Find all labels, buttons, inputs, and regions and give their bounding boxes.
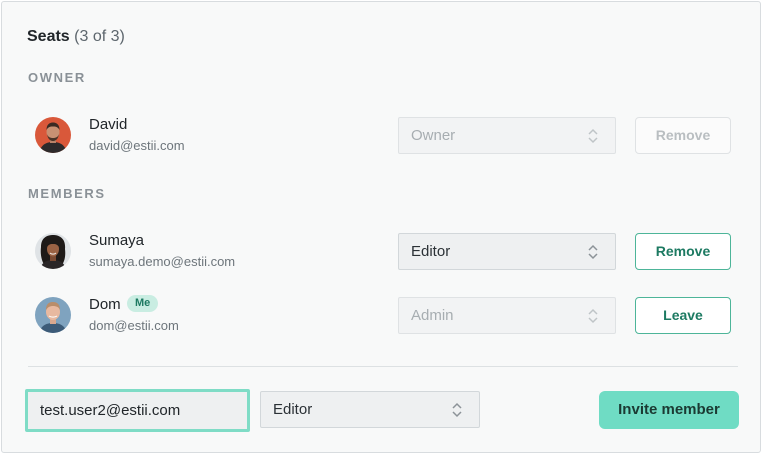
seats-count: (3 of 3) <box>74 28 125 45</box>
owner-role-select: Owner <box>398 117 616 154</box>
member-email: david@estii.com <box>89 138 185 153</box>
invite-member-button[interactable]: Invite member <box>599 391 739 429</box>
divider <box>28 366 738 367</box>
role-select-value: Editor <box>273 401 313 418</box>
avatar-david <box>35 117 71 153</box>
member-name: Sumaya <box>89 232 145 249</box>
role-select-value: Owner <box>411 127 456 144</box>
owner-section-label: OWNER <box>28 70 86 85</box>
chevron-up-down-icon <box>588 244 598 260</box>
remove-member-button[interactable]: Remove <box>635 233 731 270</box>
member-email: sumaya.demo@estii.com <box>89 254 236 269</box>
avatar-sumaya <box>35 233 71 269</box>
role-select-value: Admin <box>411 307 454 324</box>
seats-title: Seats <box>27 28 70 45</box>
member-name: Dom <box>89 296 121 313</box>
invite-email-input[interactable]: test.user2@estii.com <box>25 389 250 432</box>
seats-panel: Seats (3 of 3) OWNER David david@estii.c… <box>1 1 761 453</box>
member-row: Dom Me dom@estii.com Admin Leave <box>2 293 762 337</box>
invite-role-select[interactable]: Editor <box>260 391 480 428</box>
remove-owner-button: Remove <box>635 117 731 154</box>
members-section-label: MEMBERS <box>28 186 106 201</box>
role-select-value: Editor <box>411 243 451 260</box>
member-email: dom@estii.com <box>89 318 179 333</box>
avatar-dom <box>35 297 71 333</box>
chevron-up-down-icon <box>588 308 598 324</box>
member-role-select: Admin <box>398 297 616 334</box>
member-row: Sumaya sumaya.demo@estii.com Editor Remo… <box>2 229 762 273</box>
me-badge: Me <box>127 295 159 312</box>
member-role-select[interactable]: Editor <box>398 233 616 270</box>
page-title: Seats (3 of 3) <box>27 28 125 46</box>
owner-row: David david@estii.com Owner Remove <box>2 113 762 157</box>
chevron-up-down-icon <box>588 128 598 144</box>
member-name: David <box>89 116 128 133</box>
chevron-up-down-icon <box>452 402 462 418</box>
leave-button[interactable]: Leave <box>635 297 731 334</box>
